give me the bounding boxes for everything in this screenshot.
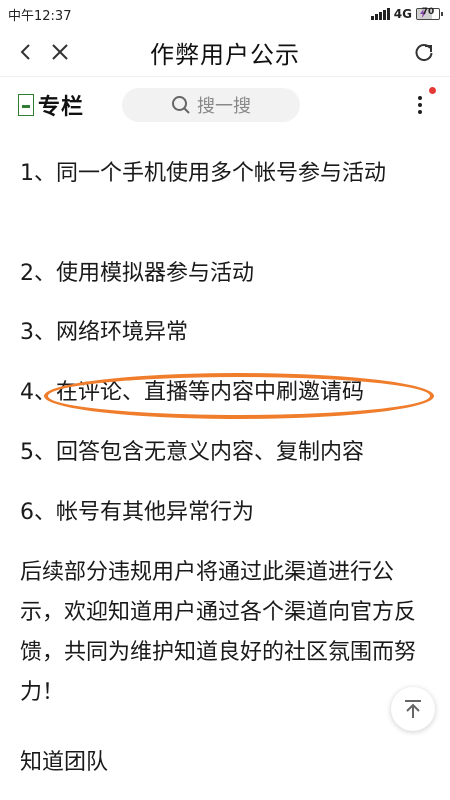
page-title: 作弊用户公示 — [150, 40, 300, 69]
search-box[interactable]: 搜一搜 — [122, 88, 300, 122]
battery-percent: 70 — [421, 7, 435, 17]
back-arrow-icon — [20, 44, 30, 60]
back-button[interactable] — [12, 38, 40, 66]
rule-item-4: 4、在评论、直播等内容中刷邀请码 — [20, 380, 364, 405]
close-button[interactable] — [46, 38, 74, 66]
signature: 知道团队 — [20, 750, 109, 775]
column-logo[interactable]: 专栏 — [18, 91, 85, 120]
status-indicators: 4G 70 — [370, 7, 443, 21]
logo-text: 专栏 — [38, 94, 85, 120]
arrow-up-to-top-icon — [405, 700, 421, 718]
title-bar: 作弊用户公示 — [0, 28, 450, 76]
signal-icon — [370, 8, 390, 20]
status-bar: 中午12:37 4G 70 — [0, 0, 450, 28]
battery-icon: 70 — [416, 7, 443, 20]
search-placeholder: 搜一搜 — [197, 96, 251, 117]
rule-item-1: 1、同一个手机使用多个帐号参与活动 — [20, 161, 386, 186]
search-icon — [172, 96, 190, 114]
notification-dot — [429, 87, 436, 94]
refresh-icon — [415, 44, 433, 62]
rule-item-5: 5、回答包含无意义内容、复制内容 — [20, 440, 364, 465]
close-icon — [52, 44, 68, 60]
logo-badge-icon — [18, 94, 34, 116]
closing-paragraph: 后续部分违规用户将通过此渠道进行公示，欢迎知道用户通过各个渠道向官方反馈，共同为… — [20, 560, 417, 705]
back-to-top-button[interactable] — [391, 687, 435, 731]
network-type: 4G — [393, 7, 412, 21]
rule-item-3: 3、网络环境异常 — [20, 320, 188, 345]
status-time: 中午12:37 — [8, 8, 72, 24]
rule-item-6: 6、帐号有其他异常行为 — [20, 500, 254, 525]
refresh-button[interactable] — [410, 38, 438, 66]
more-vertical-icon[interactable] — [412, 91, 428, 119]
rule-item-2: 2、使用模拟器参与活动 — [20, 261, 254, 286]
sub-header: 专栏 搜一搜 — [0, 76, 450, 132]
